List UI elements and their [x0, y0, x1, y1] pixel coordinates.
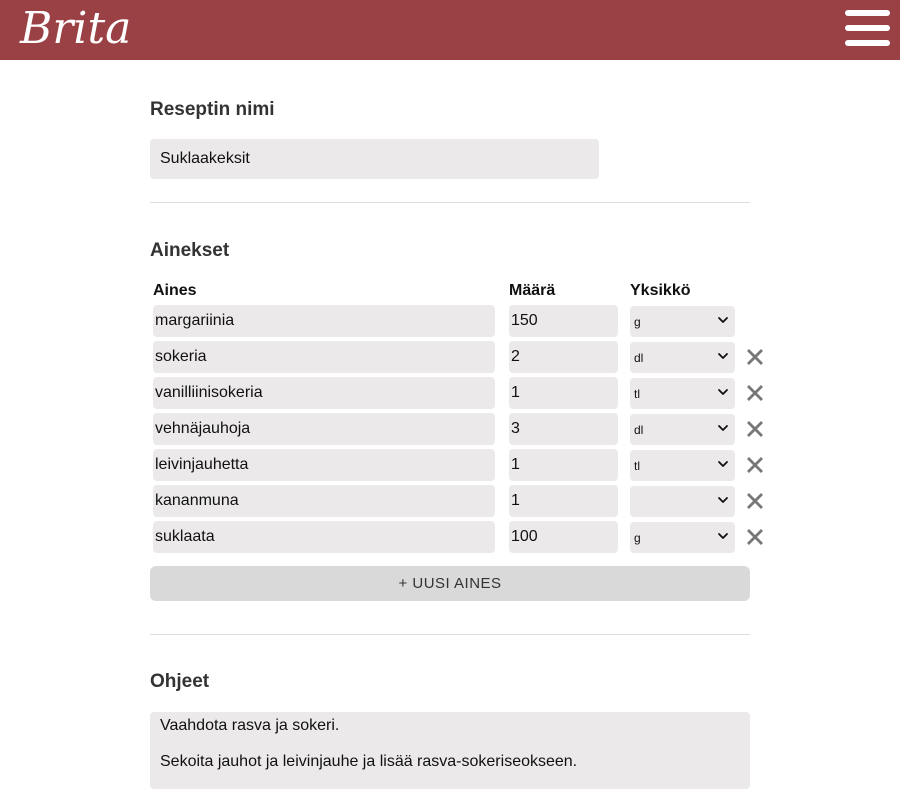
column-header-name: Aines — [153, 282, 197, 299]
instructions-heading: Ohjeet — [150, 671, 210, 692]
ingredient-name-input[interactable] — [153, 377, 495, 409]
ingredient-name-input[interactable] — [153, 521, 495, 553]
ingredient-name-input[interactable] — [153, 413, 495, 445]
ingredient-name-input[interactable] — [153, 485, 495, 517]
chevron-down-icon — [718, 461, 728, 467]
remove-ingredient-icon[interactable] — [745, 383, 765, 403]
divider — [150, 202, 750, 203]
instruction-line: Vaahdota rasva ja sokeri. — [160, 717, 340, 734]
ingredient-amount-input[interactable] — [509, 341, 618, 373]
unit-select[interactable] — [630, 486, 735, 517]
unit-select-value: dl — [634, 351, 644, 365]
remove-ingredient-icon[interactable] — [745, 419, 765, 439]
unit-select-value: g — [634, 315, 641, 329]
column-header-amount: Määrä — [509, 282, 556, 299]
top-bar: Brita — [0, 0, 900, 60]
chevron-down-icon — [718, 425, 728, 431]
ingredient-amount-input[interactable] — [509, 377, 618, 409]
chevron-down-icon — [718, 389, 728, 395]
instructions-textarea[interactable]: Vaahdota rasva ja sokeri. Sekoita jauhot… — [150, 712, 750, 789]
unit-select-value: tl — [634, 459, 640, 473]
remove-ingredient-icon[interactable] — [745, 455, 765, 475]
unit-select[interactable]: dl — [630, 342, 735, 373]
unit-select[interactable]: dl — [630, 414, 735, 445]
remove-ingredient-icon[interactable] — [745, 347, 765, 367]
recipe-name-heading: Reseptin nimi — [150, 99, 275, 120]
chevron-down-icon — [718, 497, 728, 503]
unit-select[interactable]: tl — [630, 450, 735, 481]
unit-select-value: g — [634, 531, 641, 545]
chevron-down-icon — [718, 353, 728, 359]
remove-ingredient-icon[interactable] — [745, 491, 765, 511]
unit-select[interactable]: g — [630, 522, 735, 553]
ingredient-amount-input[interactable] — [509, 413, 618, 445]
brand-logo[interactable]: Brita — [20, 2, 131, 56]
chevron-down-icon — [718, 317, 728, 323]
ingredients-heading: Ainekset — [150, 240, 230, 261]
unit-select-value: tl — [634, 387, 640, 401]
ingredient-amount-input[interactable] — [509, 305, 618, 337]
ingredient-name-input[interactable] — [153, 341, 495, 373]
unit-select-value: dl — [634, 423, 644, 437]
unit-select[interactable]: g — [630, 306, 735, 337]
ingredient-name-input[interactable] — [153, 449, 495, 481]
divider — [150, 634, 750, 635]
column-header-unit: Yksikkö — [630, 282, 691, 299]
instruction-line: Sekoita jauhot ja leivinjauhe ja lisää r… — [160, 753, 578, 770]
ingredient-amount-input[interactable] — [509, 521, 618, 553]
unit-select[interactable]: tl — [630, 378, 735, 409]
remove-ingredient-icon[interactable] — [745, 527, 765, 547]
chevron-down-icon — [718, 533, 728, 539]
hamburger-menu-icon[interactable] — [845, 10, 890, 48]
recipe-name-input[interactable] — [150, 139, 599, 179]
ingredient-amount-input[interactable] — [509, 485, 618, 517]
ingredient-name-input[interactable] — [153, 305, 495, 337]
add-ingredient-button[interactable]: + UUSI AINES — [150, 566, 750, 601]
ingredient-amount-input[interactable] — [509, 449, 618, 481]
